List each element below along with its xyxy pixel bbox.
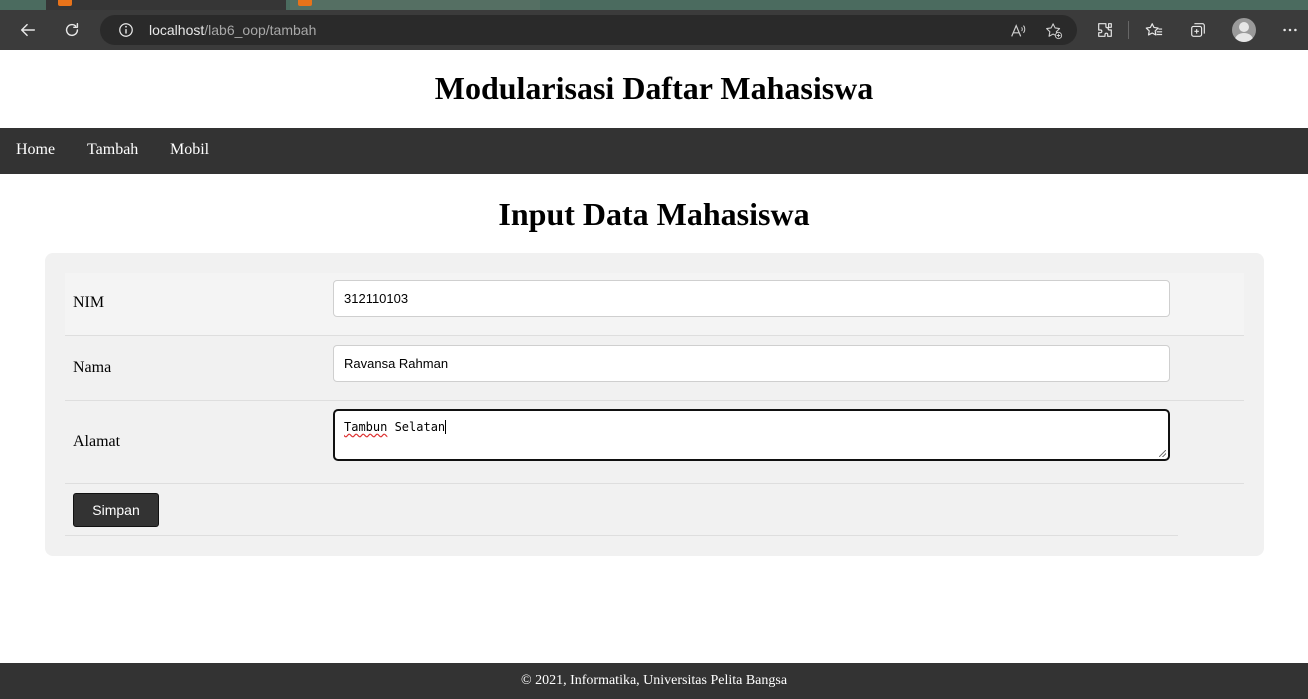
- alamat-value-word1: Tambun: [344, 420, 388, 434]
- browser-tab-strip: [0, 0, 1308, 10]
- page-content: Modularisasi Daftar Mahasiswa Home Tamba…: [0, 50, 1308, 699]
- form-row-submit: Simpan: [65, 484, 1178, 536]
- main-navbar: Home Tambah Mobil: [0, 128, 1308, 174]
- simpan-button[interactable]: Simpan: [73, 493, 159, 527]
- address-bar[interactable]: localhost/lab6_oop/tambah: [100, 15, 1077, 45]
- extensions-icon[interactable]: [1089, 14, 1121, 46]
- alamat-value-rest: Selatan: [387, 420, 446, 434]
- browser-tab-active[interactable]: [46, 0, 286, 10]
- resize-grip-icon[interactable]: [1159, 450, 1166, 457]
- nav-link-home[interactable]: Home: [16, 141, 55, 159]
- tab-favicon-icon: [58, 0, 72, 6]
- nim-input[interactable]: 312110103: [333, 280, 1170, 317]
- info-icon[interactable]: [117, 21, 135, 39]
- back-arrow-icon[interactable]: [12, 14, 44, 46]
- toolbar-divider: [1128, 21, 1129, 39]
- url-path: /lab6_oop/tambah: [204, 22, 317, 38]
- add-favorite-icon[interactable]: [1044, 21, 1064, 41]
- nav-link-tambah[interactable]: Tambah: [87, 141, 138, 159]
- site-header: Modularisasi Daftar Mahasiswa: [0, 50, 1308, 128]
- url-text[interactable]: localhost/lab6_oop/tambah: [149, 22, 316, 38]
- more-icon[interactable]: [1274, 14, 1306, 46]
- form-row-nim: NIM 312110103: [65, 273, 1244, 336]
- alamat-label: Alamat: [73, 433, 121, 450]
- form-row-nama: Nama Ravansa Rahman: [65, 337, 1244, 401]
- collections-icon[interactable]: [1182, 14, 1214, 46]
- footer-text: © 2021, Informatika, Universitas Pelita …: [520, 673, 788, 688]
- tab-favicon-icon: [298, 0, 312, 6]
- nama-input[interactable]: Ravansa Rahman: [333, 345, 1170, 382]
- browser-toolbar: localhost/lab6_oop/tambah: [0, 10, 1308, 50]
- favorites-icon[interactable]: [1138, 14, 1170, 46]
- nav-link-mobil[interactable]: Mobil: [170, 141, 209, 159]
- nama-label: Nama: [73, 359, 112, 376]
- form-card: NIM 312110103 Nama Ravansa Rahman Alamat…: [45, 253, 1264, 556]
- form-row-alamat: Alamat Tambun Selatan: [65, 401, 1244, 484]
- refresh-icon[interactable]: [56, 14, 88, 46]
- site-footer: © 2021, Informatika, Universitas Pelita …: [0, 663, 1308, 699]
- form-title: Input Data Mahasiswa: [498, 196, 810, 232]
- nim-label: NIM: [73, 294, 105, 311]
- browser-tab[interactable]: [290, 0, 540, 10]
- profile-icon[interactable]: [1232, 18, 1256, 42]
- alamat-textarea[interactable]: Tambun Selatan: [333, 409, 1170, 461]
- text-cursor: [445, 420, 447, 434]
- read-aloud-icon[interactable]: [1008, 21, 1028, 41]
- url-host: localhost: [149, 22, 205, 38]
- site-title: Modularisasi Daftar Mahasiswa: [434, 70, 874, 106]
